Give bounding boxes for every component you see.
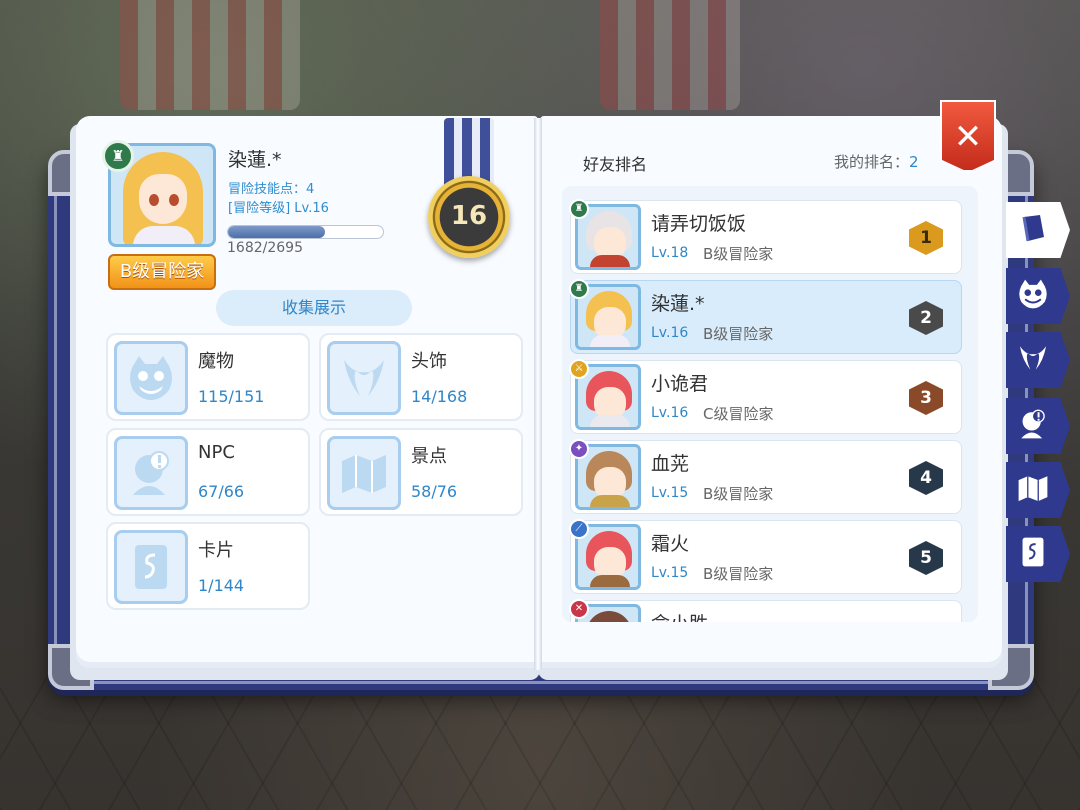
- monster-icon: [114, 341, 188, 415]
- tab-headwear[interactable]: [1006, 332, 1070, 388]
- rank-medal: 4: [909, 461, 943, 495]
- collection-card-name: NPC: [198, 442, 235, 463]
- collection-card-name: 景点: [411, 446, 447, 467]
- friend-level: Lv.15: [651, 565, 689, 581]
- friend-title: C级冒险家: [703, 405, 774, 423]
- guild-emblem-icon: ♜: [569, 199, 589, 219]
- my-rank-value: 2: [909, 153, 919, 171]
- market-awning: [120, 0, 300, 110]
- friend-ranking-title: 好友排名: [583, 155, 648, 174]
- collection-card-count: 58/76: [411, 482, 458, 501]
- friend-name: 霜火: [651, 533, 690, 555]
- friend-name: 染蓮.*: [651, 293, 705, 315]
- monster-icon: [1016, 277, 1050, 315]
- card-icon: [1016, 535, 1050, 573]
- adventure-skill-points: 冒险技能点：4: [228, 182, 315, 197]
- headwear-icon: [1016, 341, 1050, 379]
- friend-name: 请弄切饭饭: [651, 213, 747, 235]
- scenery-map-icon: [1016, 471, 1050, 509]
- book-spine: [534, 118, 542, 670]
- friend-title: B级冒险家: [703, 485, 774, 503]
- friend-level: Lv.15: [651, 485, 689, 501]
- ranking-row[interactable]: ⚔ 小诡君 Lv.16 C级冒险家 3: [569, 359, 962, 434]
- rank-medal-silver: 2: [909, 301, 943, 335]
- exp-progress-text: 1682/2695: [227, 240, 303, 256]
- exp-progress-fill: [228, 226, 325, 238]
- card-icon: [114, 530, 188, 604]
- ranking-row[interactable]: ⟋ 霜火 Lv.15 B级冒险家 5: [569, 519, 962, 594]
- collection-card-card[interactable]: 卡片 1/144: [106, 522, 310, 610]
- crossed-swords-icon: ⚔: [569, 359, 589, 379]
- collection-card-headwear[interactable]: 头饰 14/168: [319, 333, 523, 421]
- collection-card-count: 115/151: [198, 387, 265, 406]
- my-rank-label: 我的排名：: [834, 153, 910, 171]
- adventure-level: [冒险等级] Lv.16: [228, 201, 329, 216]
- ranking-row[interactable]: ✕ 俞小胜: [569, 599, 962, 622]
- friend-level: Lv.18: [651, 245, 689, 261]
- level-medal-number: 16: [450, 201, 488, 231]
- collection-card-count: 14/168: [411, 387, 468, 406]
- npc-icon: [1016, 407, 1050, 445]
- friend-title: B级冒险家: [703, 325, 774, 343]
- adventurer-rank-tag: B级冒险家: [108, 254, 216, 290]
- ranking-row[interactable]: ✦ 血茪 Lv.15 B级冒险家 4: [569, 439, 962, 514]
- ranking-row[interactable]: ♜ 请弄切饭饭 Lv.18 B级冒险家 1: [569, 199, 962, 274]
- rank-medal-bronze: 3: [909, 381, 943, 415]
- friend-ranking-list[interactable]: ♜ 请弄切饭饭 Lv.18 B级冒险家 1 ♜ 染蓮.* Lv.16 B级冒险家…: [562, 186, 978, 622]
- friend-name: 血茪: [651, 453, 690, 475]
- book-icon: [1018, 213, 1048, 247]
- wand-icon: ✦: [569, 439, 589, 459]
- friend-level: Lv.16: [651, 405, 689, 421]
- ranking-row-self[interactable]: ♜ 染蓮.* Lv.16 B级冒险家 2: [569, 279, 962, 354]
- headwear-icon: [327, 341, 401, 415]
- scenery-map-icon: [327, 436, 401, 510]
- close-button[interactable]: ✕: [940, 100, 996, 172]
- market-awning: [600, 0, 740, 110]
- collection-card-name: 头饰: [411, 351, 447, 372]
- tab-adventure-book[interactable]: [1006, 202, 1070, 258]
- friend-name: 俞小胜: [651, 609, 708, 622]
- collection-card-scenery[interactable]: 景点 58/76: [319, 428, 523, 516]
- tab-scenery[interactable]: [1006, 462, 1070, 518]
- tab-card[interactable]: [1006, 526, 1070, 582]
- friend-name: 小诡君: [651, 373, 709, 395]
- exp-progress-bar: [227, 225, 384, 239]
- tab-npc[interactable]: [1006, 398, 1070, 454]
- rank-medal-gold: 1: [909, 221, 943, 255]
- collection-card-monster[interactable]: 魔物 115/151: [106, 333, 310, 421]
- player-name: 染蓮.*: [228, 149, 282, 171]
- my-rank: 我的排名：2: [834, 151, 919, 172]
- collection-card-count: 67/66: [198, 482, 245, 501]
- tab-monster[interactable]: [1006, 268, 1070, 324]
- guild-emblem-icon: ♜: [102, 140, 134, 172]
- staff-icon: ⟋: [569, 519, 589, 539]
- friend-title: B级冒险家: [703, 565, 774, 583]
- friend-level: Lv.16: [651, 325, 689, 341]
- collection-card-npc[interactable]: NPC 67/66: [106, 428, 310, 516]
- collection-card-count: 1/144: [198, 576, 245, 595]
- collection-card-name: 卡片: [198, 540, 234, 561]
- rank-medal: 5: [909, 541, 943, 575]
- cobblestone-ground: [0, 670, 1080, 810]
- collection-display-button[interactable]: 收集展示: [216, 290, 412, 326]
- guild-emblem-icon: ♜: [569, 279, 589, 299]
- collection-card-name: 魔物: [198, 351, 234, 372]
- npc-icon: [114, 436, 188, 510]
- sword-icon: ✕: [569, 599, 589, 619]
- friend-title: B级冒险家: [703, 245, 774, 263]
